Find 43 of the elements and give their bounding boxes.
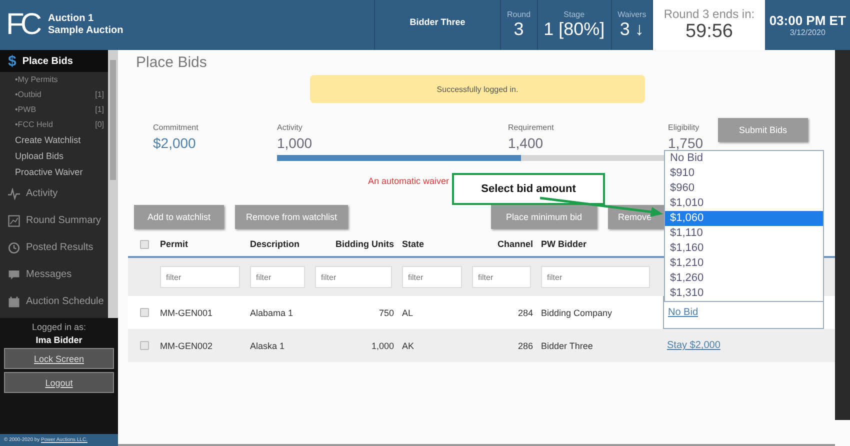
table-cell-text: Bidding Company <box>541 308 614 318</box>
stat-value: 1,400 <box>508 135 544 151</box>
table-cell-text: MM-GEN001 <box>160 308 214 318</box>
user-name: Ima Bidder <box>36 335 82 345</box>
table-cell-text: Alabama 1 <box>250 308 294 318</box>
table-cell-text: AK <box>402 340 416 350</box>
stat-label: Activity <box>277 123 304 132</box>
stat-value: 3 ↓ <box>620 19 644 40</box>
table-cell-text: MM-GEN002 <box>160 340 214 350</box>
stat-label: Waivers <box>618 10 646 19</box>
table-cell-text: 284 <box>516 308 534 318</box>
logo: FC <box>6 8 38 42</box>
table-cell-text: 286 <box>516 340 534 350</box>
clock-time: 03:00 PM ET <box>769 13 846 28</box>
stat-value: 1 [80%] <box>544 19 605 40</box>
bidder-name: Bidder Three <box>375 0 501 50</box>
page-title: Place Bids <box>136 54 208 71</box>
stat-label: Stage <box>564 10 585 19</box>
countdown-label: Round 3 ends in: <box>664 7 755 21</box>
table-cell-text: 750 <box>378 308 395 318</box>
nav-count: [1] <box>95 89 104 101</box>
table-cell-text: Alaska 1 <box>250 340 286 350</box>
stat-value: $2,000 <box>153 135 197 151</box>
auction-name: Sample Auction <box>48 25 124 37</box>
nav-count: [0] <box>95 119 104 131</box>
stat-label: Eligibility <box>668 123 700 132</box>
stat-value: 3 <box>514 19 524 40</box>
auction-title: Auction 1 <box>48 13 95 25</box>
table-cell-text: AL <box>402 308 414 318</box>
logged-in-label: Logged in as: <box>32 322 86 332</box>
stat-label: Round <box>507 10 531 19</box>
nav-count: [1] <box>95 104 104 116</box>
stat-label: Commitment <box>153 123 200 132</box>
stat-value: 1,000 <box>277 135 314 151</box>
countdown-value: 59:56 <box>685 21 733 43</box>
waiver-note: An automatic waiver <box>368 176 450 186</box>
callout-box: Select bid amount <box>452 173 605 205</box>
stat-label: Requirement <box>508 123 555 132</box>
clock-date: 3/12/2020 <box>790 28 826 37</box>
stat-value: 1,750 <box>668 135 704 151</box>
table-cell-text: 1,000 <box>370 340 395 350</box>
table-cell-text: Bidder Three <box>541 340 594 350</box>
success-alert: Successfully logged in. <box>310 75 645 103</box>
